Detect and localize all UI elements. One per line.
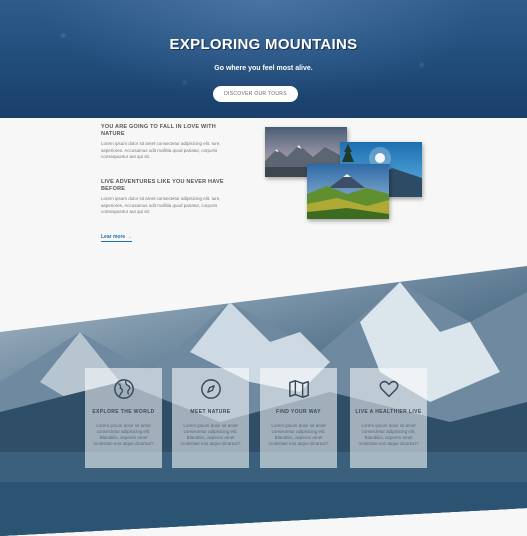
feature-title: EXPLORE THE WORLD: [92, 409, 155, 415]
intro-text-1: Lorem ipsum dolor sit amet consectetur a…: [101, 141, 221, 159]
feature-card-healthier: LIVE A HEALTHIER LIVE Lorem ipsum dolor …: [350, 368, 427, 468]
feature-text: Lorem ipsum dolor sit amet consectetur a…: [268, 423, 329, 446]
feature-card-nature: MEET NATURE Lorem ipsum dolor sit amet c…: [172, 368, 249, 468]
intro-section: YOU ARE GOING TO FALL IN LOVE WITH NATUR…: [101, 124, 241, 214]
feature-title: MEET NATURE: [190, 409, 231, 415]
feature-text: Lorem ipsum dolor sit amet consectetur a…: [358, 423, 419, 446]
compass-icon: [200, 379, 221, 399]
hero-section: EXPLORING MOUNTAINS Go where you feel mo…: [0, 0, 527, 118]
discover-tours-button[interactable]: DISCOVER OUR TOURS: [213, 86, 298, 102]
photo-volcano-valley: [307, 164, 389, 219]
learn-more-link[interactable]: Lear more →: [101, 234, 132, 242]
map-icon: [288, 380, 309, 398]
heart-icon: [379, 380, 398, 398]
feature-card-way: FIND YOUR WAY Lorem ipsum dolor sit amet…: [260, 368, 337, 468]
hero-title: EXPLORING MOUNTAINS: [169, 36, 358, 53]
intro-heading-1: YOU ARE GOING TO FALL IN LOVE WITH NATUR…: [101, 124, 216, 137]
intro-text-2: Lorem ipsum dolor sit amet consectetur a…: [101, 196, 221, 214]
feature-title: LIVE A HEALTHIER LIVE: [355, 409, 422, 415]
feature-title: FIND YOUR WAY: [276, 409, 321, 415]
intro-heading-2: LIVE ADVENTURES LIKE YOU NEVER HAVE BEFO…: [101, 179, 224, 192]
feature-card-explore: EXPLORE THE WORLD Lorem ipsum dolor sit …: [85, 368, 162, 468]
feature-text: Lorem ipsum dolor sit amet consectetur a…: [93, 423, 154, 446]
globe-icon: [113, 379, 134, 399]
hero-subtitle: Go where you feel most alive.: [214, 65, 313, 72]
feature-text: Lorem ipsum dolor sit amet consectetur a…: [180, 423, 241, 446]
